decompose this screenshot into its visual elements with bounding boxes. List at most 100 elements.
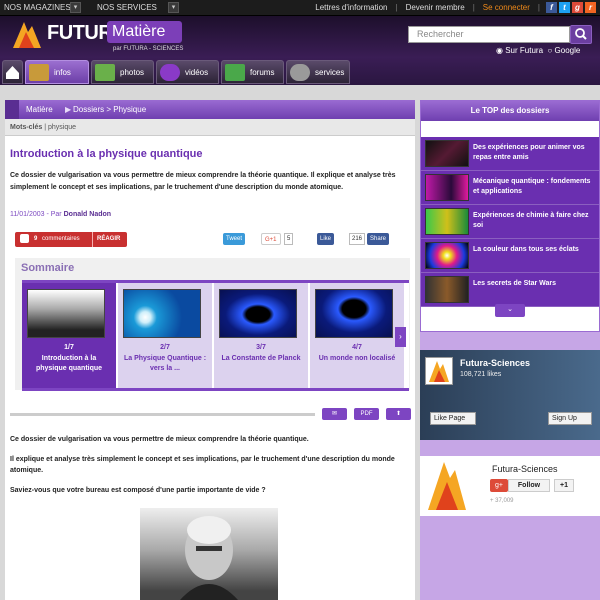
byline-prefix: Par (50, 211, 62, 218)
fb-page-name[interactable]: Futura-Sciences (460, 358, 530, 368)
nav-infos[interactable]: infos (25, 60, 89, 84)
pdf-button[interactable]: PDF (354, 408, 379, 420)
comments-button[interactable]: 9 commentaires RÉAGIR (15, 232, 127, 247)
nav-videos[interactable]: vidéos (156, 60, 219, 84)
article-tools: ✉ PDF ⬆ (10, 408, 411, 420)
top-dossier-item[interactable]: Des expériences pour animer vos repas en… (421, 137, 599, 171)
breadcrumb-section[interactable]: Matière (26, 100, 53, 119)
sidebar: Le TOP des dossiers Des expériences pour… (420, 100, 600, 600)
top-dossier-item[interactable]: Expériences de chimie à faire chez soi (421, 205, 599, 239)
summary-slide[interactable]: 3/7 La Constante de Planck (214, 283, 308, 388)
dossier-thumbnail (425, 276, 469, 303)
nav-infos-label: infos (54, 68, 71, 77)
google-plus-icon: g+ (490, 479, 508, 492)
top-dossier-item[interactable]: Mécanique quantique : fondements et appl… (421, 171, 599, 205)
breadcrumb: Matière ▶ Dossiers > Physique (5, 100, 415, 119)
react-button[interactable]: RÉAGIR (92, 232, 120, 247)
article-column: Matière ▶ Dossiers > Physique Mots-clés … (5, 100, 415, 600)
gp-page-name[interactable]: Futura-Sciences (492, 464, 558, 474)
top-bar: NOS MAGAZINES ▾ NOS SERVICES ▾ Lettres d… (0, 0, 600, 16)
fb-signup-button[interactable]: Sign Up (548, 412, 592, 425)
fb-share-button[interactable]: Share (367, 233, 390, 245)
futura-logo-icon (428, 462, 466, 510)
page-title: Introduction à la physique quantique (10, 148, 203, 160)
top-dossier-item[interactable]: La couleur dans tous ses éclats (421, 239, 599, 273)
google-plus-widget: Futura-Sciences g+ Follow +1 + 37,009 (420, 456, 600, 516)
futura-logo-icon[interactable] (10, 20, 44, 50)
gplus-button[interactable]: G+1 (261, 233, 281, 245)
dossier-title: Les secrets de Star Wars (473, 280, 557, 287)
google-plus-icon[interactable]: g (572, 2, 583, 13)
dossier-title: Expériences de chimie à faire chez soi (473, 212, 589, 229)
fb-like-button[interactable]: Like (317, 233, 335, 245)
video-icon (160, 64, 180, 81)
breadcrumb-separator: ▶ (65, 105, 72, 114)
email-button[interactable]: ✉ (322, 408, 347, 420)
section-name: Matière (107, 21, 182, 43)
slide-thumbnail (27, 289, 105, 338)
top-dossiers-title: Le TOP des dossiers (421, 101, 599, 121)
gears-icon (290, 64, 310, 81)
dossier-thumbnail (425, 174, 469, 201)
join-link[interactable]: Devenir membre (402, 0, 469, 16)
rss-icon[interactable]: r (585, 2, 596, 13)
summary-carousel: Sommaire 1/7 Introduction à la physique … (15, 258, 410, 391)
carousel-track: 1/7 Introduction à la physique quantique… (22, 280, 409, 391)
gp-follow-button[interactable]: Follow (508, 479, 550, 492)
summary-slide[interactable]: 1/7 Introduction à la physique quantique (22, 283, 116, 388)
comments-count: 9 (34, 236, 38, 242)
services-menu[interactable]: NOS SERVICES (97, 0, 157, 16)
nav-services[interactable]: services (286, 60, 350, 84)
share-button[interactable]: ⬆ (386, 408, 411, 420)
brand-subtitle: par FUTURA - SCIENCES (113, 46, 184, 52)
nav-services-label: services (315, 68, 345, 77)
fb-like-page-button[interactable]: Like Page (430, 412, 476, 425)
top-dossier-item[interactable]: Les secrets de Star Wars (421, 273, 599, 307)
futura-logo-icon (425, 357, 453, 385)
dossier-thumbnail (425, 242, 469, 269)
fb-like-count: 216 (349, 233, 366, 245)
facebook-widget: Futura-Sciences 108,721 likes Like Page … (420, 350, 600, 440)
portrait-figure (180, 516, 238, 600)
twitter-icon[interactable]: t (559, 2, 570, 13)
breadcrumb-path[interactable]: Dossiers > Physique (73, 100, 146, 119)
keywords-label: Mots-clés (10, 124, 43, 131)
login-link[interactable]: Se connecter (479, 0, 534, 16)
services-dropdown-icon[interactable]: ▾ (168, 2, 179, 13)
nav-forums[interactable]: forums (221, 60, 284, 84)
summary-slide[interactable]: 2/7 La Physique Quantique : vers la ... (118, 283, 212, 388)
top-more-button[interactable]: ⌄ (495, 304, 525, 317)
summary-title: Sommaire (21, 262, 75, 274)
facebook-icon[interactable]: f (546, 2, 557, 13)
tweet-button[interactable]: Tweet (223, 233, 246, 245)
home-icon (6, 66, 19, 79)
keywords-bar: Mots-clés | physique (5, 119, 415, 136)
nav-videos-label: vidéos (185, 68, 209, 77)
search-icon (575, 28, 587, 40)
books-icon (29, 64, 49, 81)
newsletter-link[interactable]: Lettres d'information (311, 0, 391, 16)
magazines-menu[interactable]: NOS MAGAZINES (4, 0, 71, 16)
carousel-next-button[interactable]: › (395, 327, 406, 347)
author-link[interactable]: Donald Nadon (64, 211, 111, 218)
paragraph: Il explique et analyse très simplement l… (10, 456, 395, 474)
dossier-thumbnail (425, 140, 469, 167)
magazines-dropdown-icon[interactable]: ▾ (70, 2, 81, 13)
search-button[interactable] (570, 25, 592, 44)
nav-home[interactable] (2, 60, 23, 84)
article-image (140, 508, 278, 600)
radio-futura[interactable]: ◉ (496, 46, 503, 55)
slide-thumbnail (123, 289, 201, 338)
keyword-link[interactable]: physique (48, 124, 76, 131)
slide-title: La Physique Quantique : vers la ... (123, 355, 207, 372)
gp-plus1-button[interactable]: +1 (554, 479, 574, 492)
gp-followers-count: + 37,009 (490, 498, 514, 504)
summary-slide[interactable]: 4/7 Un monde non localisé (310, 283, 404, 388)
nav-photos[interactable]: photos (91, 60, 154, 84)
nav-photos-label: photos (120, 68, 145, 77)
fb-likes-count: 108,721 likes (460, 371, 502, 378)
radio-google[interactable]: ○ (547, 46, 552, 55)
byline: 11/01/2003 - Par Donald Nadon (10, 211, 112, 218)
article-date: 11/01/2003 (10, 211, 45, 218)
search-input[interactable]: Rechercher (408, 26, 570, 43)
